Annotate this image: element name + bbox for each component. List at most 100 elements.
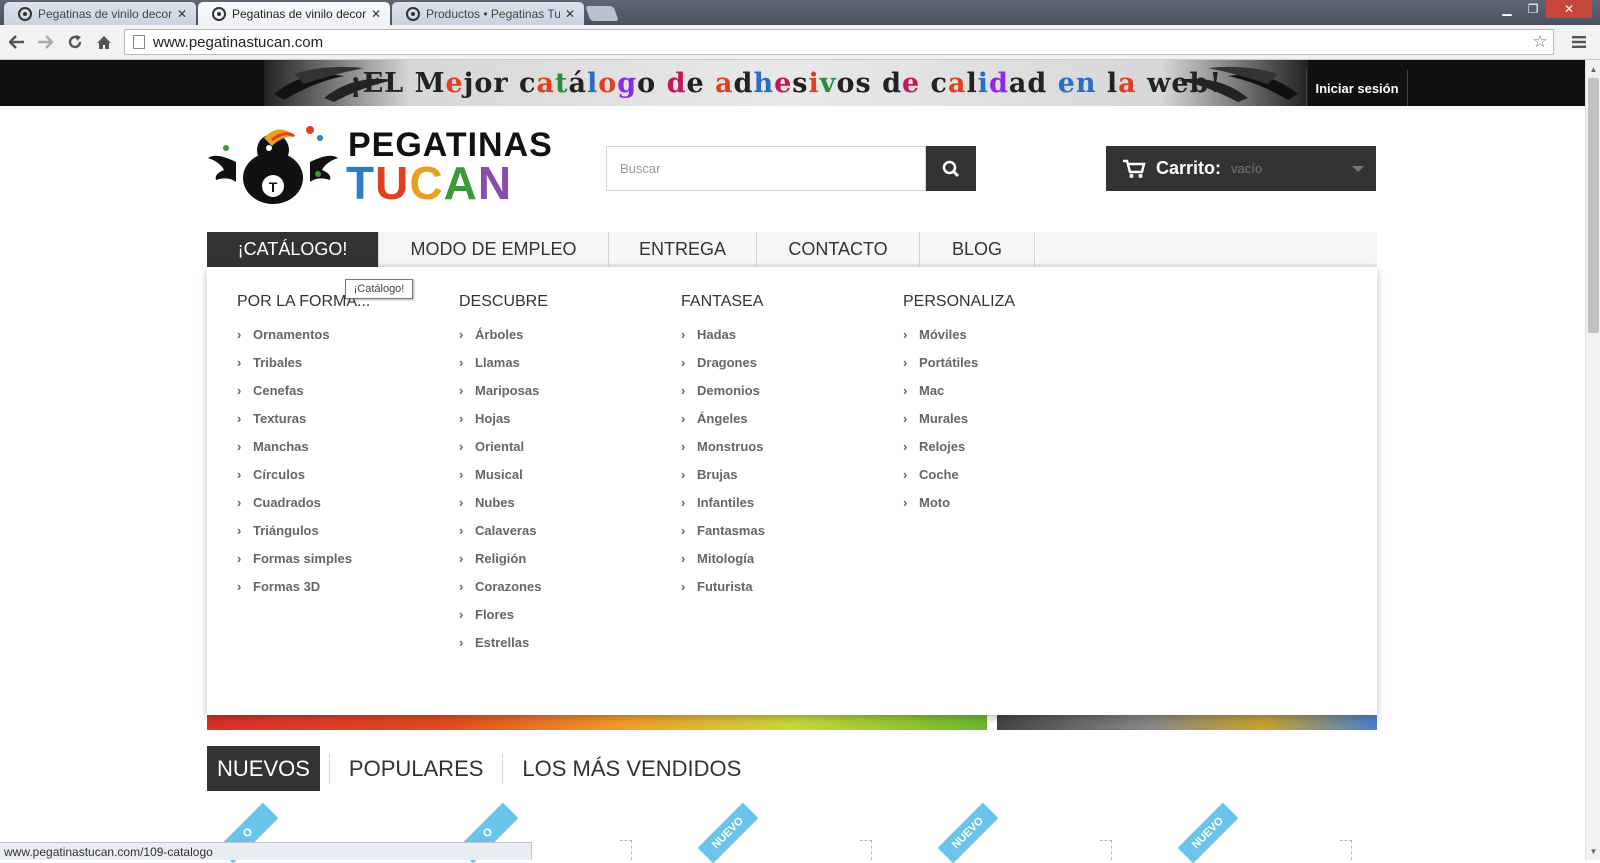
category-link[interactable]: › Triángulos bbox=[237, 516, 370, 544]
column-title[interactable]: Personaliza bbox=[903, 293, 1015, 311]
category-link[interactable]: › Calaveras bbox=[459, 516, 548, 544]
chevron-right-icon: › bbox=[903, 326, 908, 342]
close-icon[interactable]: ✕ bbox=[370, 7, 382, 21]
category-link[interactable]: › Futurista bbox=[681, 572, 765, 600]
restore-icon[interactable]: ❐ bbox=[1520, 0, 1546, 18]
category-link[interactable]: › Círculos bbox=[237, 460, 370, 488]
category-link[interactable]: › Mariposas bbox=[459, 376, 548, 404]
tab-nuevos[interactable]: Nuevos bbox=[207, 746, 320, 791]
category-link[interactable]: › Formas 3D bbox=[237, 572, 370, 600]
product-image[interactable] bbox=[1100, 840, 1112, 860]
menu-item-catalogo[interactable]: ¡Catálogo! bbox=[207, 232, 379, 267]
category-link[interactable]: › Corazones bbox=[459, 572, 548, 600]
slider-image-side[interactable] bbox=[997, 715, 1377, 730]
category-link[interactable]: › Manchas bbox=[237, 432, 370, 460]
address-bar[interactable]: ☆ bbox=[124, 29, 1554, 55]
category-link[interactable]: › Flores bbox=[459, 600, 548, 628]
tab-populares[interactable]: Populares bbox=[339, 746, 494, 791]
category-link[interactable]: › Ornamentos bbox=[237, 320, 370, 348]
reload-icon[interactable] bbox=[64, 31, 86, 53]
scrollbar-thumb[interactable] bbox=[1588, 78, 1599, 333]
slogan-letter: o bbox=[836, 67, 856, 99]
chevron-right-icon: › bbox=[459, 326, 464, 342]
browser-tab-3[interactable]: Productos • Pegatinas Tuc ✕ bbox=[392, 2, 584, 25]
browser-tab-2[interactable]: Pegatinas de vinilo decora ✕ bbox=[198, 2, 390, 25]
category-link[interactable]: › Llamas bbox=[459, 348, 548, 376]
category-link[interactable]: › Coche bbox=[903, 460, 1015, 488]
close-icon[interactable]: ✕ bbox=[564, 7, 576, 21]
product-image[interactable] bbox=[1340, 840, 1352, 860]
category-link[interactable]: › Móviles bbox=[903, 320, 1015, 348]
product-image[interactable] bbox=[620, 840, 632, 860]
site-logo[interactable]: T PEGATINAS TUCAN bbox=[206, 122, 552, 209]
category-link[interactable]: › Infantiles bbox=[681, 488, 765, 516]
menu-item-modo-de-empleo[interactable]: Modo de empleo bbox=[379, 232, 609, 267]
category-link[interactable]: › Nubes bbox=[459, 488, 548, 516]
category-link[interactable]: › Relojes bbox=[903, 432, 1015, 460]
search-input[interactable] bbox=[606, 146, 926, 191]
category-link[interactable]: › Hadas bbox=[681, 320, 765, 348]
category-link[interactable]: › Ángeles bbox=[681, 404, 765, 432]
minimize-icon[interactable]: ▁ bbox=[1494, 0, 1520, 18]
home-icon[interactable] bbox=[93, 31, 115, 53]
category-link[interactable]: › Estrellas bbox=[459, 628, 548, 656]
forward-icon[interactable] bbox=[34, 31, 56, 53]
category-link[interactable]: › Dragones bbox=[681, 348, 765, 376]
menu-item-blog[interactable]: Blog bbox=[920, 232, 1035, 267]
chrome-menu-icon[interactable] bbox=[1568, 31, 1590, 53]
chevron-right-icon: › bbox=[903, 438, 908, 454]
chevron-right-icon: › bbox=[237, 382, 242, 398]
category-link[interactable]: › Texturas bbox=[237, 404, 370, 432]
scroll-down-icon[interactable]: ▼ bbox=[1586, 844, 1600, 858]
slogan-letter: v bbox=[819, 67, 837, 99]
url-input[interactable] bbox=[153, 33, 1527, 51]
dropdown-column-fantasea: Fantasea › Hadas › Dragones › Demonios › Ángele… bbox=[681, 293, 765, 600]
browser-tab-1[interactable]: Pegatinas de vinilo decora ✕ bbox=[4, 2, 196, 25]
tab-mas-vendidos[interactable]: Los más vendidos bbox=[512, 746, 751, 791]
search-button[interactable] bbox=[926, 146, 976, 191]
page-scrollbar[interactable]: ▲ ▼ bbox=[1585, 60, 1600, 860]
chevron-right-icon: › bbox=[459, 466, 464, 482]
menu-item-contacto[interactable]: Contacto bbox=[757, 232, 920, 267]
close-window-icon[interactable]: ✕ bbox=[1546, 0, 1592, 18]
category-link[interactable]: › Religión bbox=[459, 544, 548, 572]
bookmark-star-icon[interactable]: ☆ bbox=[1527, 32, 1553, 52]
product-image[interactable] bbox=[860, 840, 872, 860]
category-link[interactable]: › Monstruos bbox=[681, 432, 765, 460]
menu-item-entrega[interactable]: Entrega bbox=[609, 232, 757, 267]
slogan-banner[interactable]: ¡EL Mejor catálogo de adhesivos de calid… bbox=[264, 60, 1308, 106]
category-link[interactable]: › Mitología bbox=[681, 544, 765, 572]
category-link[interactable]: › Moto bbox=[903, 488, 1015, 516]
scroll-up-icon[interactable]: ▲ bbox=[1586, 62, 1600, 76]
category-link[interactable]: › Mac bbox=[903, 376, 1015, 404]
category-link[interactable]: › Musical bbox=[459, 460, 548, 488]
category-label: Demonios bbox=[697, 382, 760, 398]
chevron-right-icon: › bbox=[681, 522, 686, 538]
category-link[interactable]: › Demonios bbox=[681, 376, 765, 404]
category-link[interactable]: › Cuadrados bbox=[237, 488, 370, 516]
category-link[interactable]: › Murales bbox=[903, 404, 1015, 432]
category-link[interactable]: › Fantasmas bbox=[681, 516, 765, 544]
category-label: Triángulos bbox=[253, 522, 319, 538]
slogan-letter: e bbox=[445, 67, 464, 99]
logo-letter: A bbox=[443, 157, 478, 209]
slogan-letter: d bbox=[666, 67, 687, 99]
logo-letter: N bbox=[477, 157, 513, 209]
category-link[interactable]: › Oriental bbox=[459, 432, 548, 460]
close-icon[interactable]: ✕ bbox=[176, 7, 188, 21]
category-link[interactable]: › Tribales bbox=[237, 348, 370, 376]
category-link[interactable]: › Cenefas bbox=[237, 376, 370, 404]
category-link[interactable]: › Hojas bbox=[459, 404, 548, 432]
login-link[interactable]: Iniciar sesión bbox=[1306, 70, 1408, 106]
column-title[interactable]: Descubre bbox=[459, 293, 548, 311]
back-icon[interactable] bbox=[6, 31, 28, 53]
slogan-letter: t bbox=[555, 67, 569, 99]
category-link[interactable]: › Portátiles bbox=[903, 348, 1015, 376]
column-title[interactable]: Fantasea bbox=[681, 293, 765, 311]
cart-block[interactable]: Carrito: vacío bbox=[1106, 146, 1376, 191]
slider-image-main[interactable] bbox=[207, 715, 987, 730]
category-link[interactable]: › Árboles bbox=[459, 320, 548, 348]
new-tab-button[interactable] bbox=[585, 6, 619, 21]
category-link[interactable]: › Brujas bbox=[681, 460, 765, 488]
category-link[interactable]: › Formas simples bbox=[237, 544, 370, 572]
